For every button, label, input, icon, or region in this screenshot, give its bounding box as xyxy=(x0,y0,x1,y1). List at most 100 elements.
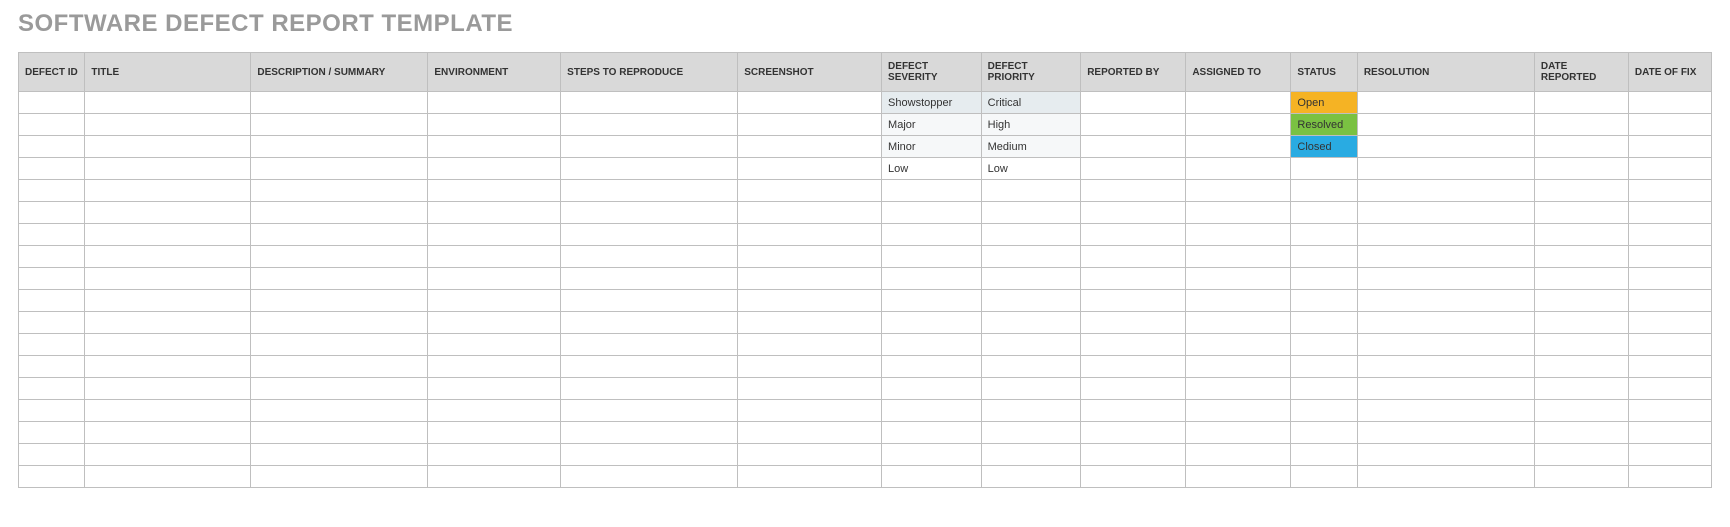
table-cell[interactable] xyxy=(738,202,882,224)
table-cell[interactable] xyxy=(1081,356,1186,378)
table-cell[interactable] xyxy=(561,444,738,466)
table-cell[interactable] xyxy=(1081,400,1186,422)
table-cell[interactable] xyxy=(738,290,882,312)
table-cell[interactable] xyxy=(981,246,1081,268)
table-cell[interactable] xyxy=(1186,246,1291,268)
table-cell[interactable] xyxy=(428,268,561,290)
table-cell[interactable] xyxy=(882,180,982,202)
table-cell[interactable] xyxy=(882,290,982,312)
table-cell[interactable] xyxy=(1186,180,1291,202)
table-cell[interactable] xyxy=(1357,180,1534,202)
table-cell[interactable] xyxy=(882,312,982,334)
table-cell[interactable] xyxy=(251,224,428,246)
table-cell[interactable] xyxy=(1534,422,1628,444)
table-cell[interactable] xyxy=(251,334,428,356)
table-cell[interactable] xyxy=(1081,378,1186,400)
table-cell[interactable] xyxy=(428,466,561,488)
table-cell[interactable] xyxy=(981,466,1081,488)
table-cell[interactable] xyxy=(1081,158,1186,180)
table-cell[interactable] xyxy=(738,378,882,400)
table-cell[interactable] xyxy=(1534,334,1628,356)
table-cell[interactable] xyxy=(1628,356,1711,378)
table-cell[interactable] xyxy=(251,400,428,422)
table-cell[interactable] xyxy=(1291,290,1357,312)
table-cell[interactable] xyxy=(85,202,251,224)
table-cell[interactable] xyxy=(428,114,561,136)
severity-cell[interactable]: Major xyxy=(882,114,982,136)
table-cell[interactable] xyxy=(85,356,251,378)
table-cell[interactable] xyxy=(981,400,1081,422)
table-cell[interactable] xyxy=(19,246,85,268)
table-cell[interactable] xyxy=(882,356,982,378)
table-cell[interactable] xyxy=(561,246,738,268)
table-cell[interactable] xyxy=(1186,334,1291,356)
table-cell[interactable] xyxy=(1357,378,1534,400)
status-cell[interactable]: Closed xyxy=(1291,136,1357,158)
table-cell[interactable] xyxy=(882,334,982,356)
table-cell[interactable] xyxy=(1081,246,1186,268)
table-cell[interactable] xyxy=(19,202,85,224)
table-cell[interactable] xyxy=(19,114,85,136)
table-cell[interactable] xyxy=(85,158,251,180)
table-cell[interactable] xyxy=(251,466,428,488)
table-cell[interactable] xyxy=(1186,114,1291,136)
table-cell[interactable] xyxy=(1628,334,1711,356)
table-cell[interactable] xyxy=(251,268,428,290)
table-cell[interactable] xyxy=(738,312,882,334)
table-cell[interactable] xyxy=(251,158,428,180)
table-cell[interactable] xyxy=(1291,400,1357,422)
table-cell[interactable] xyxy=(738,180,882,202)
table-cell[interactable] xyxy=(428,312,561,334)
table-cell[interactable] xyxy=(1291,422,1357,444)
table-cell[interactable] xyxy=(1081,444,1186,466)
table-cell[interactable] xyxy=(1628,180,1711,202)
table-cell[interactable] xyxy=(981,378,1081,400)
table-cell[interactable] xyxy=(428,92,561,114)
table-cell[interactable] xyxy=(85,92,251,114)
table-cell[interactable] xyxy=(1291,158,1357,180)
table-cell[interactable] xyxy=(1291,356,1357,378)
table-cell[interactable] xyxy=(1081,312,1186,334)
table-cell[interactable] xyxy=(1291,224,1357,246)
table-cell[interactable] xyxy=(1628,202,1711,224)
table-cell[interactable] xyxy=(738,268,882,290)
table-cell[interactable] xyxy=(1291,246,1357,268)
table-cell[interactable] xyxy=(1534,202,1628,224)
table-cell[interactable] xyxy=(19,378,85,400)
table-cell[interactable] xyxy=(85,224,251,246)
table-cell[interactable] xyxy=(1186,158,1291,180)
table-cell[interactable] xyxy=(428,400,561,422)
table-cell[interactable] xyxy=(1534,92,1628,114)
table-cell[interactable] xyxy=(251,312,428,334)
table-cell[interactable] xyxy=(1357,356,1534,378)
table-cell[interactable] xyxy=(1628,224,1711,246)
table-cell[interactable] xyxy=(1534,158,1628,180)
table-cell[interactable] xyxy=(561,136,738,158)
table-cell[interactable] xyxy=(561,466,738,488)
table-cell[interactable] xyxy=(428,378,561,400)
table-cell[interactable] xyxy=(738,158,882,180)
table-cell[interactable] xyxy=(251,290,428,312)
table-cell[interactable] xyxy=(1628,114,1711,136)
table-cell[interactable] xyxy=(1357,334,1534,356)
table-cell[interactable] xyxy=(1628,92,1711,114)
table-cell[interactable] xyxy=(1081,422,1186,444)
table-cell[interactable] xyxy=(1357,158,1534,180)
table-cell[interactable] xyxy=(1534,268,1628,290)
table-cell[interactable] xyxy=(85,268,251,290)
table-cell[interactable] xyxy=(561,334,738,356)
table-cell[interactable] xyxy=(1357,136,1534,158)
table-cell[interactable] xyxy=(561,312,738,334)
table-cell[interactable] xyxy=(981,180,1081,202)
table-cell[interactable] xyxy=(738,246,882,268)
table-cell[interactable] xyxy=(19,92,85,114)
table-cell[interactable] xyxy=(1081,334,1186,356)
table-cell[interactable] xyxy=(19,356,85,378)
table-cell[interactable] xyxy=(251,356,428,378)
table-cell[interactable] xyxy=(19,180,85,202)
table-cell[interactable] xyxy=(1186,312,1291,334)
table-cell[interactable] xyxy=(882,400,982,422)
table-cell[interactable] xyxy=(882,202,982,224)
table-cell[interactable] xyxy=(561,400,738,422)
table-cell[interactable] xyxy=(1628,400,1711,422)
